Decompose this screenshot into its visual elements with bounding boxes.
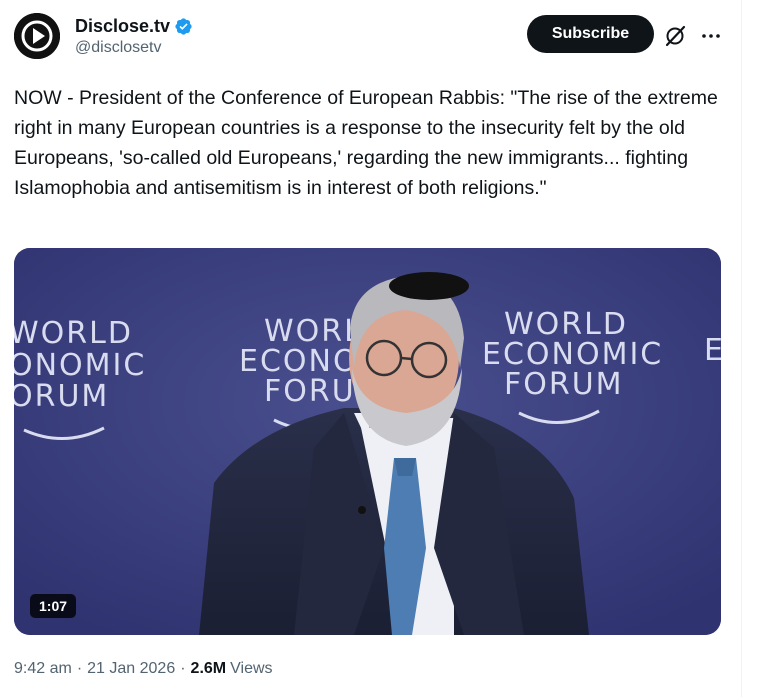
tweet-header: Disclose.tv @disclosetv Subscribe: [14, 13, 724, 59]
more-options-icon[interactable]: [699, 24, 723, 48]
video-frame: WORLD ONOMIC ORUM WORLD ECONOMIC FORUM W…: [14, 248, 721, 635]
video-duration-badge: 1:07: [30, 594, 77, 618]
post-date[interactable]: 21 Jan 2026: [87, 658, 175, 680]
meta-separator: ·: [76, 660, 83, 677]
post-time[interactable]: 9:42 am: [14, 658, 72, 680]
author-display-name[interactable]: Disclose.tv: [75, 15, 170, 37]
avatar[interactable]: [14, 13, 60, 59]
wef-logo-right-line3: FORUM: [504, 367, 624, 402]
wef-logo-left-line2: ONOMIC: [14, 348, 146, 383]
subscribe-button[interactable]: Subscribe: [527, 15, 654, 53]
meta-separator: ·: [180, 660, 186, 677]
timeline-border: [741, 0, 742, 697]
tweet-text: NOW - President of the Conference of Eur…: [14, 87, 724, 199]
tweet-meta: 9:42 am · 21 Jan 2026 · 2.6M Views: [14, 658, 273, 680]
grok-icon[interactable]: [663, 24, 687, 48]
wef-logo-left-line3: ORUM: [14, 379, 109, 414]
author-block: Disclose.tv @disclosetv: [75, 15, 193, 58]
verified-badge-icon[interactable]: [174, 17, 193, 36]
avatar-play-logo: [14, 13, 60, 59]
wef-logo-edge: E: [704, 333, 721, 368]
views-count: 2.6M: [190, 660, 227, 677]
author-handle[interactable]: @disclosetv: [75, 38, 193, 58]
wef-logo-left-line1: WORLD: [14, 316, 133, 351]
views-label: Views: [230, 660, 273, 677]
video-player[interactable]: WORLD ONOMIC ORUM WORLD ECONOMIC FORUM W…: [14, 248, 721, 635]
